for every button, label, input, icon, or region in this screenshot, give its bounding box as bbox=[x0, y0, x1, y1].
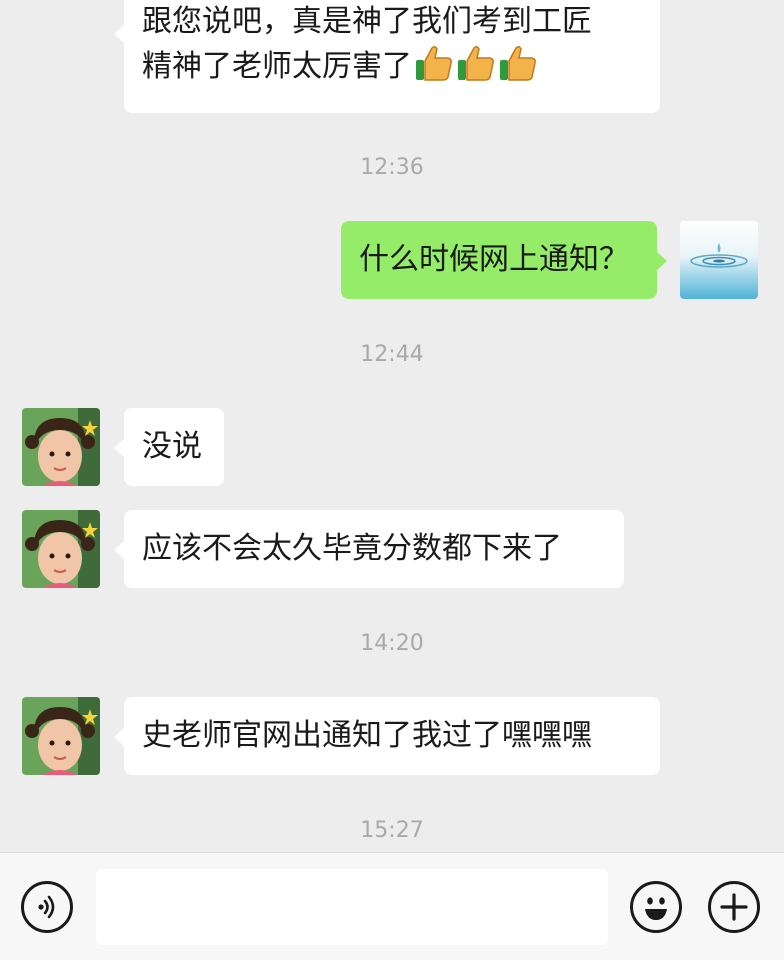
emoji-button[interactable] bbox=[630, 881, 682, 933]
thumbs-up-icon bbox=[414, 44, 454, 95]
timestamp: 12:44 bbox=[360, 342, 424, 367]
plus-icon bbox=[720, 893, 748, 921]
voice-icon bbox=[38, 895, 55, 919]
message-text: 史老师官网出通知了我过了嘿嘿嘿 bbox=[142, 718, 592, 753]
my-avatar[interactable] bbox=[680, 221, 758, 299]
message-text: 什么时候网上通知？ bbox=[359, 242, 629, 277]
message-text-line: 精神了老师太厉害了 bbox=[142, 44, 642, 95]
message-input[interactable] bbox=[96, 869, 608, 945]
incoming-message[interactable]: 史老师官网出通知了我过了嘿嘿嘿 bbox=[114, 697, 660, 775]
voice-button[interactable] bbox=[21, 881, 73, 933]
thumbs-up-icon bbox=[456, 44, 496, 95]
contact-avatar[interactable] bbox=[22, 408, 100, 486]
message-text: 精神了老师太厉害了 bbox=[142, 49, 412, 84]
contact-avatar[interactable] bbox=[22, 697, 100, 775]
timestamp: 15:27 bbox=[360, 818, 424, 843]
message-text: 没说 bbox=[142, 429, 202, 464]
message-text-line: 跟您说吧，真是神了我们考到工匠 bbox=[142, 4, 592, 39]
plus-button[interactable] bbox=[708, 881, 760, 933]
outgoing-message[interactable]: 什么时候网上通知？ bbox=[341, 221, 667, 299]
incoming-message[interactable]: 跟您说吧，真是神了我们考到工匠 精神了老师太厉害了 bbox=[114, 0, 660, 113]
input-bar bbox=[0, 852, 784, 960]
timestamp: 12:36 bbox=[360, 155, 424, 180]
incoming-message[interactable]: 应该不会太久毕竟分数都下来了 bbox=[114, 510, 624, 588]
contact-avatar[interactable] bbox=[22, 510, 100, 588]
emoji-icon bbox=[645, 897, 667, 920]
incoming-message[interactable]: 没说 bbox=[114, 408, 224, 486]
thumbs-up-icon bbox=[498, 44, 538, 95]
timestamp: 14:20 bbox=[360, 631, 424, 656]
message-text: 应该不会太久毕竟分数都下来了 bbox=[142, 531, 562, 566]
